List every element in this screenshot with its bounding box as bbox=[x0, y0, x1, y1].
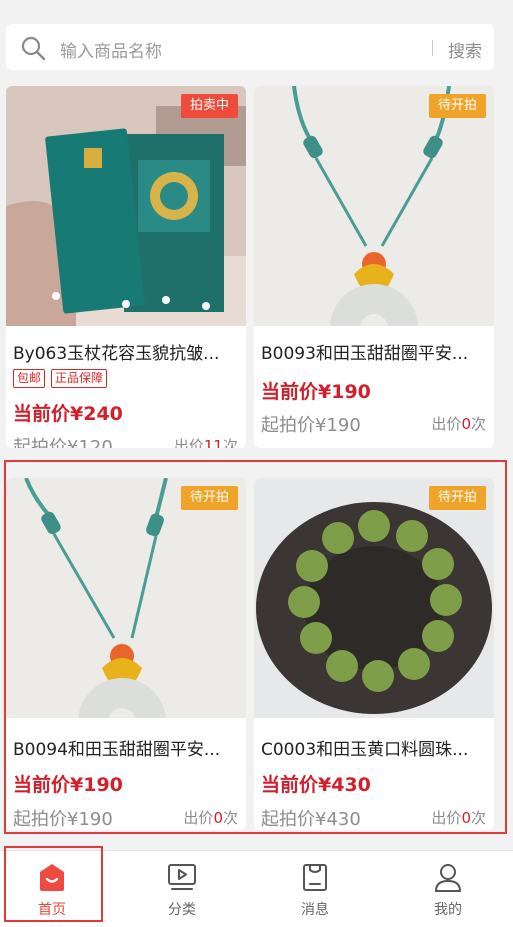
start-price: 起拍价¥120 bbox=[13, 437, 113, 448]
product-title: B0094和田玉甜甜圈平安... bbox=[13, 740, 221, 760]
current-price: 当前价¥190 bbox=[261, 381, 371, 403]
product-image bbox=[6, 478, 246, 718]
tab-category[interactable]: 分类 bbox=[132, 851, 232, 927]
bid-count: 出价0次 bbox=[431, 809, 486, 827]
status-badge: 待开拍 bbox=[180, 486, 238, 510]
tag-free-shipping: 包邮 bbox=[13, 369, 46, 388]
bid-count: 出价11次 bbox=[173, 437, 238, 448]
user-icon bbox=[435, 864, 461, 892]
search-divider bbox=[432, 40, 433, 56]
product-image bbox=[254, 86, 494, 326]
search-icon bbox=[21, 36, 46, 61]
video-category-icon bbox=[168, 864, 196, 890]
search-input[interactable]: 输入商品名称 bbox=[60, 37, 162, 62]
search-bar[interactable]: 输入商品名称 搜索 bbox=[6, 24, 494, 70]
product-image bbox=[254, 478, 494, 718]
status-badge: 待开拍 bbox=[428, 94, 486, 118]
current-price: 当前价¥240 bbox=[13, 403, 123, 425]
tab-selection-highlight bbox=[4, 846, 103, 922]
current-price: 当前价¥190 bbox=[13, 774, 123, 796]
product-card[interactable]: 待开拍 C0003和田玉黄口料圆珠... 当前价¥430 起拍价¥430 出价0… bbox=[254, 478, 494, 830]
product-card[interactable]: 待开拍 B0094和田玉甜甜圈平安... 当前价¥190 起拍价¥190 出价0… bbox=[6, 478, 246, 830]
product-title: By063玉杖花容玉貌抗皱... bbox=[13, 344, 220, 364]
tab-label: 我的 bbox=[434, 902, 462, 918]
start-price: 起拍价¥430 bbox=[261, 809, 361, 830]
bid-count: 出价0次 bbox=[431, 415, 486, 433]
bid-count: 出价0次 bbox=[183, 809, 238, 827]
product-title: C0003和田玉黄口料圆珠... bbox=[261, 740, 469, 760]
product-card[interactable]: 拍卖中 By063玉杖花容玉貌抗皱... 包邮 正品保障 当前价¥240 起拍价… bbox=[6, 86, 246, 448]
tag-authentic: 正品保障 bbox=[51, 369, 108, 388]
start-price: 起拍价¥190 bbox=[261, 415, 361, 436]
tab-profile[interactable]: 我的 bbox=[398, 851, 498, 927]
start-price: 起拍价¥190 bbox=[13, 809, 113, 830]
tab-messages[interactable]: 消息 bbox=[265, 851, 365, 927]
product-card[interactable]: 待开拍 B0093和田玉甜甜圈平安... 当前价¥190 起拍价¥190 出价0… bbox=[254, 86, 494, 448]
tag-list: 包邮 正品保障 bbox=[13, 369, 108, 388]
status-badge: 待开拍 bbox=[428, 486, 486, 510]
clipboard-message-icon bbox=[303, 864, 327, 891]
tab-label: 消息 bbox=[301, 902, 329, 918]
product-image bbox=[6, 86, 246, 326]
current-price: 当前价¥430 bbox=[261, 774, 371, 796]
search-button[interactable]: 搜索 bbox=[448, 37, 482, 62]
tab-label: 分类 bbox=[168, 902, 196, 918]
status-badge: 拍卖中 bbox=[180, 94, 238, 118]
product-title: B0093和田玉甜甜圈平安... bbox=[261, 344, 469, 364]
